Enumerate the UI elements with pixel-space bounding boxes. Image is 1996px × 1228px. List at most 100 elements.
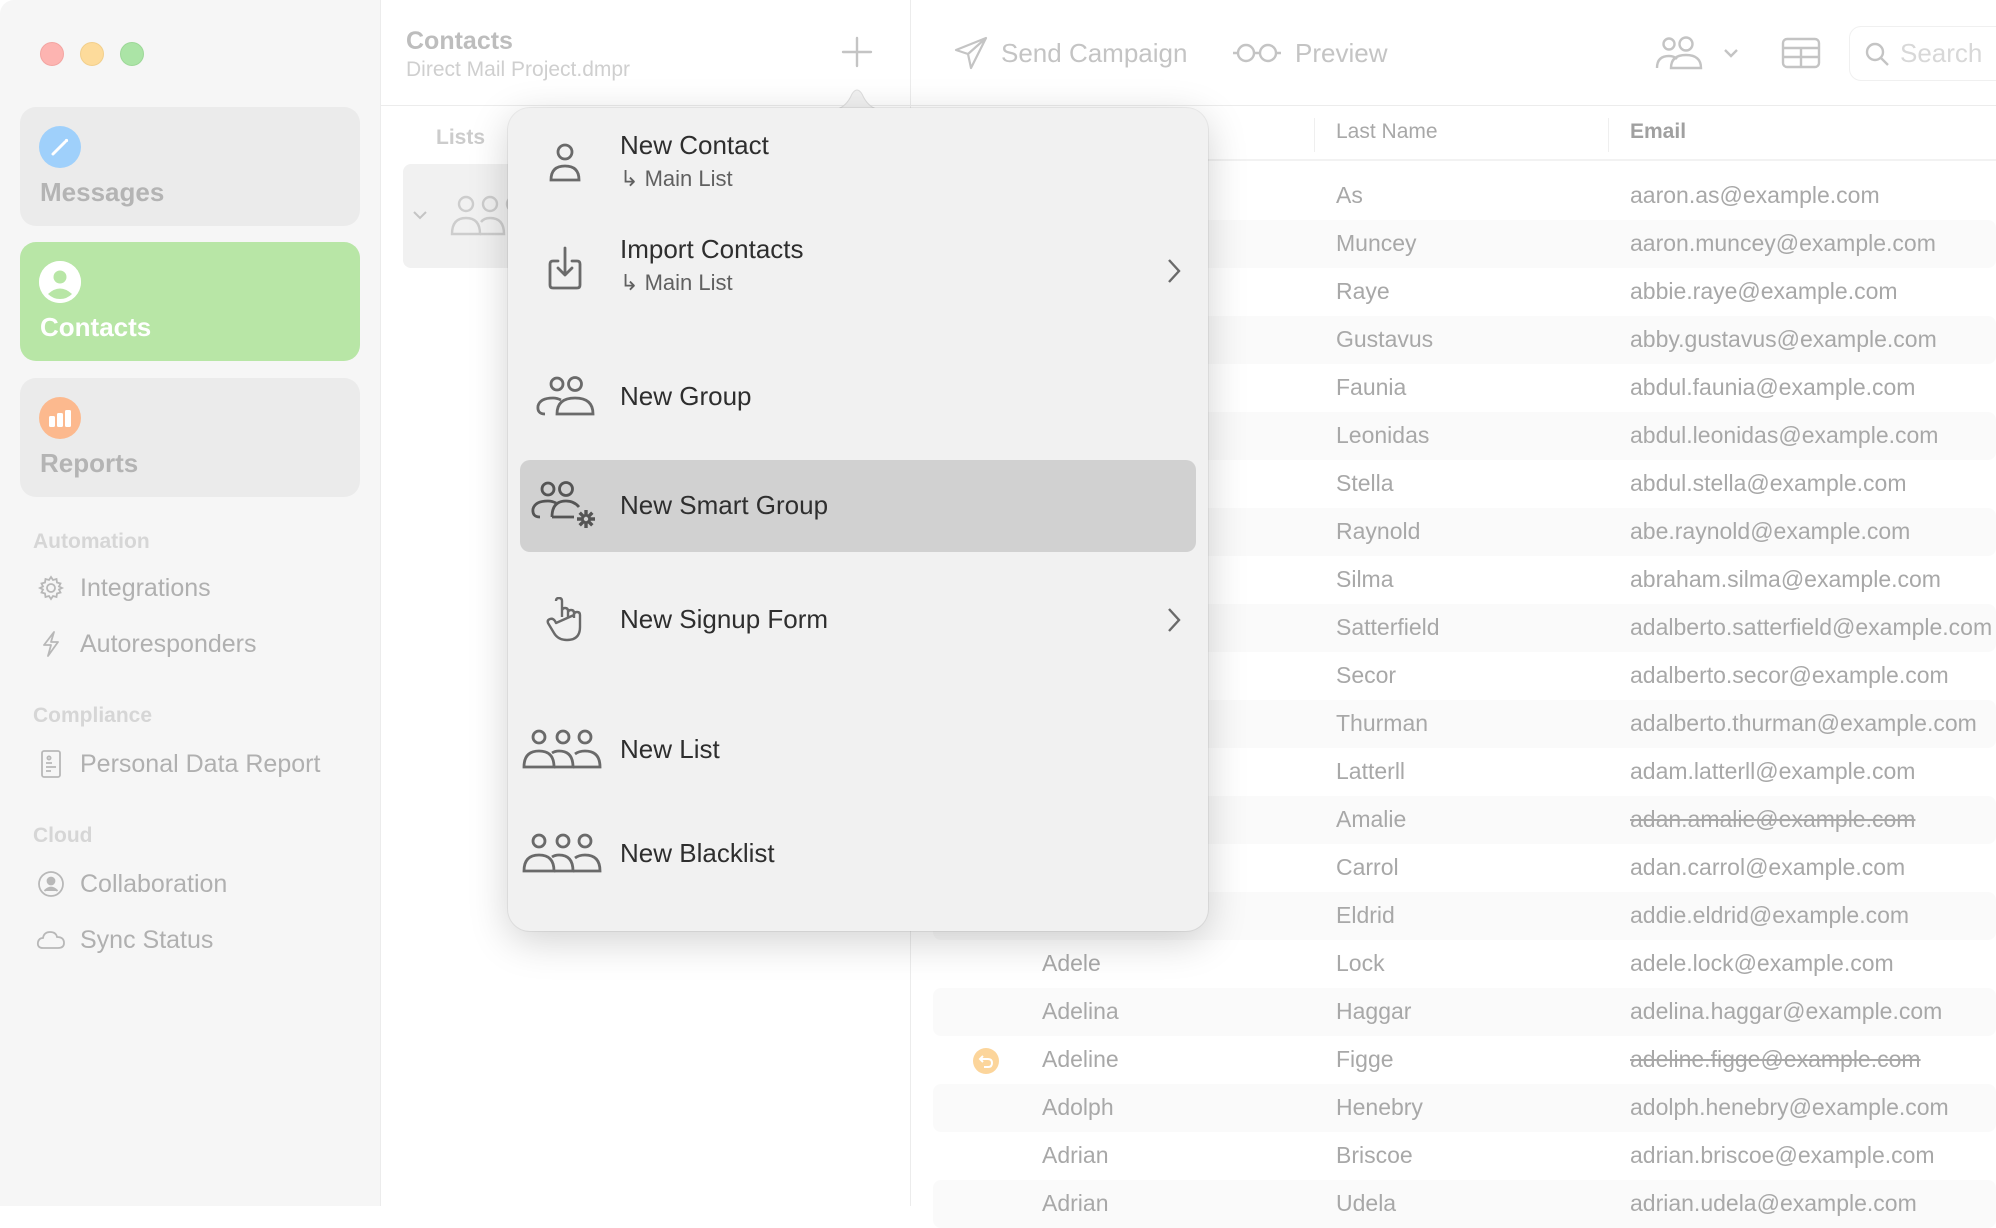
menu-item-label: New Signup Form	[620, 604, 829, 634]
cell-email: adam.latterll@example.com	[1630, 758, 1916, 784]
cell-email: addie.eldrid@example.com	[1630, 902, 1910, 928]
menu-item-new-list[interactable]: New List	[520, 704, 1196, 796]
cell-last-name: Thurman	[1336, 710, 1429, 736]
window-minimize-button[interactable]	[80, 42, 104, 66]
column-header-last-name[interactable]: Last Name	[1336, 120, 1438, 144]
window-close-button[interactable]	[40, 42, 64, 66]
sidebar-item-label: Personal Data Report	[80, 749, 321, 778]
cell-email: adalberto.secor@example.com	[1630, 662, 1949, 688]
cell-email: adalberto.thurman@example.com	[1630, 710, 1977, 736]
group-filter-dropdown[interactable]	[1655, 30, 1753, 76]
cell-email: adeline.figge@example.com	[1630, 1046, 1921, 1072]
sidebar-item-label: Integrations	[80, 573, 211, 602]
cell-email: abe.raynold@example.com	[1630, 518, 1911, 544]
add-menu-popover: New Contact ↳ Main List Import Contacts …	[508, 108, 1208, 931]
search-field[interactable]	[1849, 26, 1996, 81]
cell-last-name: Muncey	[1336, 230, 1417, 256]
preview-button[interactable]: Preview	[1231, 30, 1387, 76]
menu-item-label: New Group	[620, 381, 752, 411]
cell-last-name: Henebry	[1336, 1094, 1423, 1120]
popover-arrow	[834, 89, 880, 110]
add-button[interactable]	[837, 32, 877, 72]
blacklist-people-icon	[514, 824, 610, 884]
column-separator[interactable]	[1608, 118, 1609, 152]
cell-email: abdul.faunia@example.com	[1630, 374, 1916, 400]
window-zoom-button[interactable]	[120, 42, 144, 66]
table-row[interactable]: Adrian Briscoe adrian.briscoe@example.com	[933, 1132, 1996, 1180]
cell-last-name: Figge	[1336, 1046, 1394, 1072]
cell-first-name: Adelina	[1042, 998, 1119, 1024]
menu-item-sublabel: ↳ Main List	[620, 270, 733, 296]
glasses-icon	[1233, 43, 1281, 63]
cell-last-name: Faunia	[1336, 374, 1407, 400]
section-title-automation: Automation	[33, 530, 150, 553]
cloud-icon	[36, 925, 66, 955]
sidebar-item-sync-status[interactable]: Sync Status	[36, 920, 213, 960]
section-title-compliance: Compliance	[33, 704, 153, 727]
search-input[interactable]	[1900, 38, 1996, 69]
preview-label: Preview	[1295, 37, 1388, 68]
sidebar-item-collaboration[interactable]: Collaboration	[36, 864, 227, 904]
cell-first-name: Adeline	[1042, 1046, 1119, 1072]
sidebar-item-integrations[interactable]: Integrations	[36, 568, 211, 608]
menu-item-sublabel: ↳ Main List	[620, 166, 733, 192]
cell-email: adrian.briscoe@example.com	[1630, 1142, 1935, 1168]
person-icon	[39, 261, 81, 303]
cell-last-name: Lock	[1336, 950, 1385, 976]
column-header-email[interactable]: Email	[1630, 120, 1686, 144]
cell-last-name: Stella	[1336, 470, 1394, 496]
cell-last-name: Haggar	[1336, 998, 1412, 1024]
sidebar-item-label: Collaboration	[80, 869, 228, 898]
table-view-button[interactable]	[1781, 30, 1833, 76]
section-title-cloud: Cloud	[33, 824, 93, 847]
sidebar-card-contacts[interactable]: Contacts	[20, 242, 360, 361]
project-filename: Direct Mail Project.dmpr	[406, 58, 631, 81]
sidebar-card-reports[interactable]: Reports	[20, 378, 360, 497]
menu-item-import-contacts[interactable]: Import Contacts ↳ Main List	[520, 220, 1196, 320]
sidebar-item-label: Sync Status	[80, 925, 214, 954]
chevron-right-icon	[1168, 608, 1181, 632]
table-row[interactable]: Adele Lock adele.lock@example.com	[933, 940, 1996, 988]
table-row[interactable]: Adelina Haggar adelina.haggar@example.com	[933, 988, 1996, 1036]
cell-first-name: Adolph	[1042, 1094, 1114, 1120]
import-icon	[520, 240, 610, 296]
table-icon	[1781, 37, 1821, 69]
sidebar-item-personal-data-report[interactable]: Personal Data Report	[36, 744, 320, 784]
paper-plane-icon	[954, 36, 988, 70]
menu-item-new-contact[interactable]: New Contact ↳ Main List	[520, 116, 1196, 216]
cell-last-name: Eldrid	[1336, 902, 1395, 928]
cell-last-name: Amalie	[1336, 806, 1407, 832]
cell-last-name: Leonidas	[1336, 422, 1430, 448]
sidebar-card-messages[interactable]: Messages	[20, 107, 360, 226]
list-panel-header: Contacts Direct Mail Project.dmpr	[381, 0, 911, 106]
target-list-name: Main List	[644, 270, 733, 295]
sidebar-item-autoresponders[interactable]: Autoresponders	[36, 624, 257, 664]
menu-item-new-group[interactable]: New Group	[520, 352, 1196, 442]
page-title: Contacts	[406, 27, 513, 55]
sidebar-item-label: Autoresponders	[80, 629, 257, 658]
cell-email: abdul.leonidas@example.com	[1630, 422, 1939, 448]
chevron-down-icon[interactable]	[411, 208, 429, 222]
cell-email: adan.amalie@example.com	[1630, 806, 1916, 832]
cell-email: aaron.muncey@example.com	[1630, 230, 1936, 256]
cell-email: aaron.as@example.com	[1630, 182, 1880, 208]
bounce-status-icon	[973, 1048, 999, 1074]
cell-email: adalberto.satterfield@example.com	[1630, 614, 1993, 640]
pencil-icon	[39, 126, 81, 168]
group-icon	[1655, 36, 1703, 70]
table-row[interactable]: Adeline Figge adeline.figge@example.com	[933, 1036, 1996, 1084]
target-list-name: Main List	[644, 166, 733, 191]
column-separator[interactable]	[1314, 118, 1315, 152]
cell-last-name: Silma	[1336, 566, 1394, 592]
menu-item-new-signup-form[interactable]: New Signup Form	[520, 574, 1196, 666]
cell-email: abraham.silma@example.com	[1630, 566, 1941, 592]
table-row[interactable]: Adrian Udela adrian.udela@example.com	[933, 1180, 1996, 1228]
menu-item-new-blacklist[interactable]: New Blacklist	[520, 808, 1196, 900]
chart-icon	[39, 397, 81, 439]
plus-icon	[841, 36, 873, 68]
menu-item-new-smart-group[interactable]: New Smart Group	[520, 460, 1196, 552]
cell-first-name: Adrian	[1042, 1142, 1109, 1168]
table-row[interactable]: Adolph Henebry adolph.henebry@example.com	[933, 1084, 1996, 1132]
send-campaign-button[interactable]: Send Campaign	[953, 30, 1187, 76]
return-arrow-icon: ↳	[620, 166, 639, 191]
